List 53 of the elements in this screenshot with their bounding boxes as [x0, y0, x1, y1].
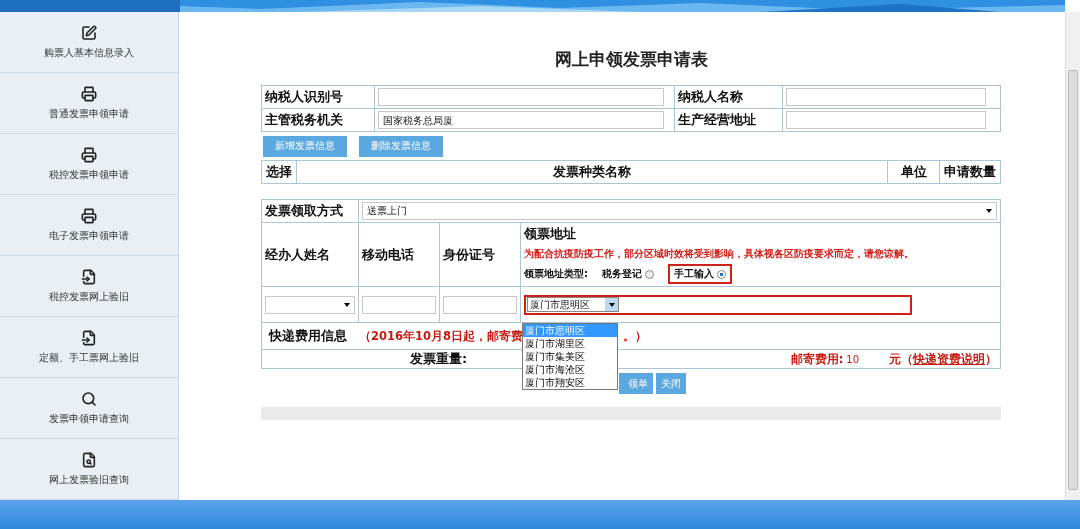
field-label: 发票领取方式: [261, 199, 359, 223]
unit-text: 元（: [889, 351, 913, 367]
unit-text: ）: [985, 351, 997, 367]
printer-icon: [81, 85, 97, 102]
column-header: 领票地址: [524, 226, 576, 241]
sidebar-item[interactable]: 税控发票网上验旧: [0, 256, 178, 317]
input-field[interactable]: [362, 295, 436, 314]
sidebar-item[interactable]: 发票申领申请查询: [0, 378, 178, 439]
radio-option[interactable]: 手工输入: [668, 264, 732, 284]
address-field[interactable]: 厦门市思明区: [524, 294, 912, 315]
field-label: 纳税人识别号: [261, 85, 375, 109]
fee-link[interactable]: 快递资费说明: [913, 350, 985, 368]
shipping-notice: （2016年10月8日起，邮寄费: [359, 328, 523, 344]
fee-label: 邮寄费用:: [790, 351, 844, 367]
printer-icon: [81, 207, 97, 224]
column-header: 移动电话: [358, 222, 440, 287]
input-field[interactable]: 国家税务总局厦: [378, 111, 664, 129]
field-label: 纳税人名称: [674, 85, 783, 109]
search-icon: [81, 390, 97, 407]
scrollbar[interactable]: [1065, 12, 1080, 500]
input-field[interactable]: [443, 295, 517, 314]
fee-value: 10: [846, 353, 859, 365]
file-arrow-icon: [81, 268, 97, 285]
field-label: 生产经营地址: [674, 108, 783, 132]
sidebar-item[interactable]: 定额、手工票网上验旧: [0, 317, 178, 378]
shipping-label: 快递费用信息: [269, 327, 347, 345]
name-select[interactable]: [265, 295, 355, 314]
column-header: 单位: [887, 160, 940, 184]
notice-text: 为配合抗疫防疫工作，部分区域时效将受到影响，具体视各区防疫要求而定，请您谅解。: [524, 247, 915, 260]
field-label: 主管税务机关: [261, 108, 375, 132]
file-search-icon: [81, 451, 97, 468]
file-arrow-icon: [81, 329, 97, 346]
column-header: 申请数量: [939, 160, 1001, 184]
column-header: 选择: [261, 160, 297, 184]
input-field[interactable]: [786, 111, 986, 129]
input-field[interactable]: [378, 88, 664, 106]
pickup-select[interactable]: 送票上门: [362, 202, 997, 220]
column-header: 经办人姓名: [261, 222, 359, 287]
input-field[interactable]: [786, 88, 986, 106]
address-type-label: 领票地址类型:: [524, 267, 588, 281]
radio-option[interactable]: 税务登记: [596, 264, 660, 284]
sidebar-item[interactable]: 普通发票申领申请: [0, 73, 178, 134]
form-title: 网上申领发票申请表: [553, 48, 709, 71]
edit-icon: [81, 24, 97, 41]
weight-label: 发票重量:: [410, 350, 468, 368]
district-select[interactable]: 厦门市思明区: [527, 297, 619, 312]
shipping-notice: 。）: [623, 328, 647, 344]
column-header: 身份证号: [439, 222, 521, 287]
sidebar-item[interactable]: 税控发票申领申请: [0, 134, 178, 195]
sidebar-item[interactable]: 购票人基本信息录入: [0, 12, 178, 73]
sidebar-item[interactable]: 电子发票申领申请: [0, 195, 178, 256]
column-header: 发票种类名称: [296, 160, 888, 184]
printer-icon: [81, 146, 97, 163]
